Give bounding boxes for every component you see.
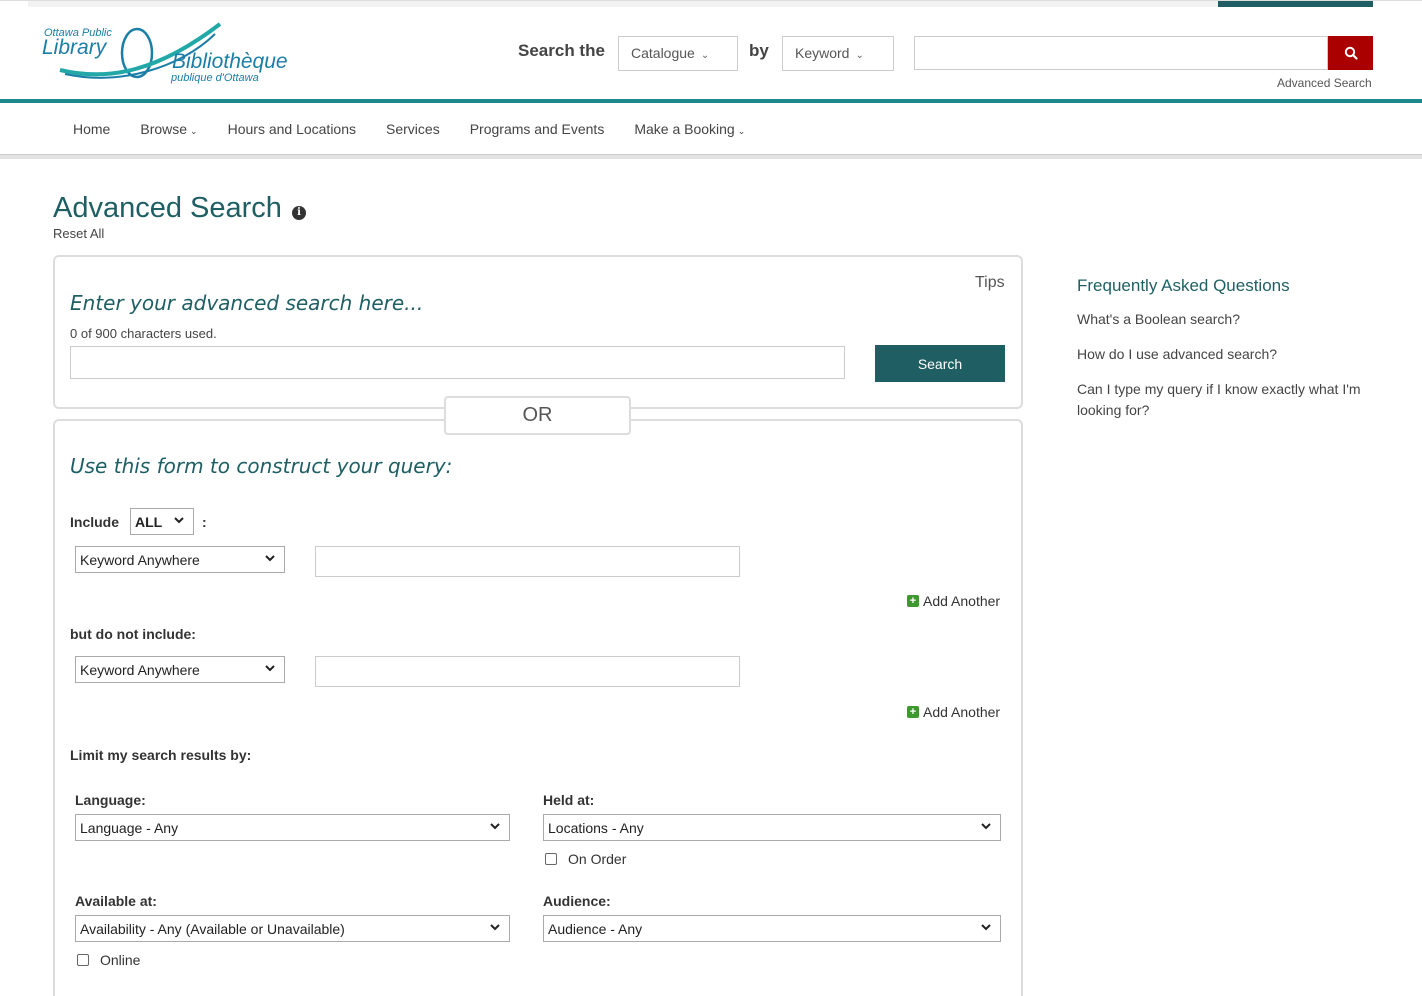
library-logo[interactable]: Ottawa Public Library Bibliothèque publi…: [40, 20, 300, 86]
top-strip-accent: [1218, 1, 1373, 7]
online-checkbox[interactable]: Online: [77, 952, 140, 968]
language-label: Language:: [75, 792, 146, 808]
reset-all-link[interactable]: Reset All: [53, 226, 104, 241]
top-strip: [0, 0, 1422, 8]
nav-item-label: Browse: [140, 121, 188, 137]
chevron-down-icon: [981, 924, 991, 931]
nav-item-hours-locations[interactable]: Hours and Locations: [213, 121, 371, 137]
chevron-down-icon: [490, 823, 500, 830]
chevron-down-icon: [265, 555, 275, 562]
available-at-label: Available at:: [75, 893, 157, 909]
logo-line-2: Library: [42, 36, 107, 59]
audience-select[interactable]: Audience - Any: [543, 915, 1001, 942]
available-at-value: Availability - Any (Available or Unavail…: [80, 921, 345, 937]
on-order-label: On Order: [568, 851, 627, 867]
advanced-search-button[interactable]: Search: [875, 345, 1005, 382]
character-count: 0 of 900 characters used.: [70, 326, 217, 341]
exclude-label: but do not include:: [70, 626, 196, 642]
header-search-button[interactable]: [1328, 36, 1373, 70]
checkbox-box[interactable]: [77, 954, 89, 966]
by-label: by: [749, 41, 769, 60]
nav-bottom-border: [0, 154, 1422, 159]
top-strip-gray: [28, 1, 1218, 7]
include-term-input[interactable]: [315, 546, 740, 577]
on-order-checkbox[interactable]: On Order: [545, 851, 626, 867]
keyword-select-value: Keyword: [795, 45, 850, 61]
add-another-include-button[interactable]: + Add Another: [907, 593, 1000, 609]
add-another-exclude-button[interactable]: + Add Another: [907, 704, 1000, 720]
chevron-down-icon: ⌄: [855, 50, 864, 61]
online-label: Online: [100, 952, 141, 968]
held-at-label: Held at:: [543, 792, 595, 808]
catalogue-select[interactable]: Catalogue ⌄: [618, 36, 738, 71]
nav-item-home[interactable]: Home: [58, 121, 125, 137]
header-search-input[interactable]: [914, 36, 1328, 70]
faq-link-advanced[interactable]: How do I use advanced search?: [1077, 344, 1367, 365]
tips-link[interactable]: Tips: [975, 274, 1005, 292]
audience-label: Audience:: [543, 893, 611, 909]
logo-line-4: publique d'Ottawa: [171, 72, 259, 84]
include-label: Include: [70, 514, 120, 530]
catalogue-select-value: Catalogue: [631, 45, 695, 61]
audience-value: Audience - Any: [548, 921, 643, 937]
language-value: Language - Any: [80, 820, 179, 836]
search-the-label: Search the: [518, 41, 605, 60]
include-field-value: Keyword Anywhere: [80, 552, 200, 568]
search-icon: [1344, 46, 1358, 60]
include-field-select[interactable]: Keyword Anywhere: [75, 546, 285, 573]
nav-item-label: Programs and Events: [469, 121, 605, 137]
nav-item-label: Hours and Locations: [227, 121, 357, 137]
advanced-search-link[interactable]: Advanced Search: [1277, 76, 1372, 90]
page-title: Advanced Search: [53, 192, 282, 224]
query-builder-box: [53, 419, 1023, 996]
chevron-down-icon: [981, 823, 991, 830]
nav-item-browse[interactable]: Browse ⌄: [125, 121, 212, 137]
info-icon[interactable]: i: [292, 206, 306, 220]
nav-item-label: Services: [386, 121, 440, 137]
chevron-down-icon: [490, 924, 500, 931]
exclude-field-value: Keyword Anywhere: [80, 662, 200, 678]
nav-item-make-booking[interactable]: Make a Booking ⌄: [619, 121, 760, 137]
query-builder-heading: Use this form to construct your query:: [70, 454, 453, 478]
header-divider: [0, 99, 1422, 103]
chevron-down-icon: ⌄: [190, 126, 198, 136]
nav-item-label: Make a Booking: [634, 121, 735, 137]
keyword-select[interactable]: Keyword ⌄: [782, 36, 894, 71]
nav-item-label: Home: [73, 121, 111, 137]
nav-item-programs-events[interactable]: Programs and Events: [455, 121, 620, 137]
advanced-query-heading: Enter your advanced search here...: [70, 291, 424, 315]
checkbox-box[interactable]: [545, 853, 557, 865]
add-another-label: Add Another: [923, 704, 1001, 720]
held-at-value: Locations - Any: [548, 820, 644, 836]
main-nav: Home Browse ⌄ Hours and Locations Service…: [58, 104, 760, 154]
available-at-select[interactable]: Availability - Any (Available or Unavail…: [75, 915, 510, 942]
include-colon: :: [202, 514, 207, 530]
include-match-select[interactable]: ALL: [130, 508, 194, 535]
chevron-down-icon: [174, 517, 184, 524]
limit-label: Limit my search results by:: [70, 747, 252, 763]
add-another-label: Add Another: [923, 593, 1001, 609]
plus-icon: +: [907, 595, 919, 607]
language-select[interactable]: Language - Any: [75, 814, 510, 841]
include-match-value: ALL: [135, 514, 163, 530]
exclude-term-input[interactable]: [315, 656, 740, 687]
nav-item-services[interactable]: Services: [371, 121, 455, 137]
faq-title: Frequently Asked Questions: [1077, 276, 1290, 295]
exclude-field-select[interactable]: Keyword Anywhere: [75, 656, 285, 683]
faq-link-boolean[interactable]: What's a Boolean search?: [1077, 309, 1367, 330]
chevron-down-icon: ⌄: [700, 50, 710, 61]
faq-link-type-query[interactable]: Can I type my query if I know exactly wh…: [1077, 379, 1367, 421]
chevron-down-icon: ⌄: [737, 126, 746, 136]
or-divider: OR: [444, 396, 631, 435]
advanced-query-input[interactable]: [70, 346, 845, 379]
chevron-down-icon: [265, 665, 275, 672]
held-at-select[interactable]: Locations - Any: [543, 814, 1001, 841]
plus-icon: +: [907, 706, 919, 718]
logo-line-3: Bibliothèque: [172, 50, 288, 73]
